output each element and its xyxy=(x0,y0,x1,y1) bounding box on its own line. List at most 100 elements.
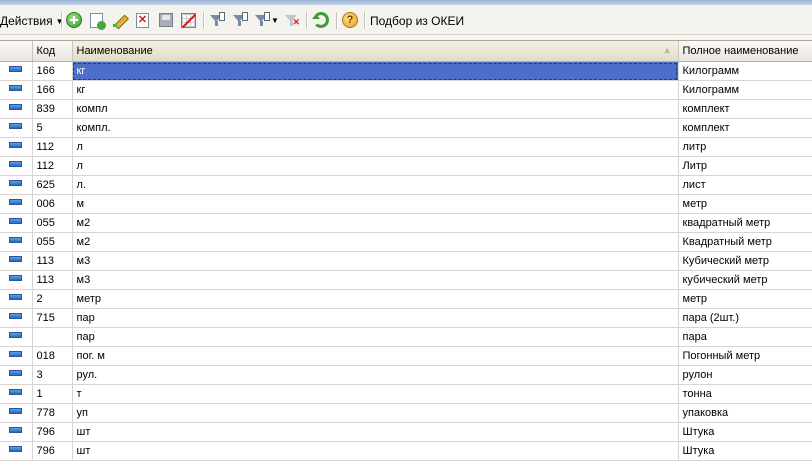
filter-list-button[interactable] xyxy=(232,11,248,29)
save-button[interactable] xyxy=(159,11,173,29)
cell-full-name[interactable]: лист xyxy=(678,175,812,195)
cell-name[interactable]: л xyxy=(72,137,679,157)
cell-code[interactable]: 113 xyxy=(32,270,73,290)
table-row[interactable]: 839 компл комплект xyxy=(0,99,812,119)
cell-full-name[interactable]: Килограмм xyxy=(678,80,812,100)
copy-button[interactable] xyxy=(90,11,106,30)
table-row[interactable]: 006 м метр xyxy=(0,194,812,214)
header-code[interactable]: Код xyxy=(32,41,73,62)
cell-code[interactable]: 1 xyxy=(32,384,73,404)
cell-code[interactable]: 006 xyxy=(32,194,73,214)
table-row[interactable]: 5 компл. комплект xyxy=(0,118,812,138)
cell-code[interactable]: 2 xyxy=(32,289,73,309)
cell-name[interactable]: кг xyxy=(72,61,679,81)
refresh-button[interactable] xyxy=(312,11,329,29)
cell-code[interactable]: 112 xyxy=(32,156,73,176)
table-row[interactable]: 166 кг Килограмм xyxy=(0,80,812,100)
cell-code[interactable]: 5 xyxy=(32,118,73,138)
help-button[interactable]: ? xyxy=(342,11,358,29)
cell-code[interactable]: 839 xyxy=(32,99,73,119)
cell-name[interactable]: шт xyxy=(72,441,679,461)
okei-select-button[interactable]: Подбор из ОКЕИ xyxy=(370,12,464,30)
table-row[interactable]: 796 шт Штука xyxy=(0,422,812,442)
cell-full-name[interactable]: Погонный метр xyxy=(678,346,812,366)
clear-button[interactable] xyxy=(181,11,196,29)
table-row[interactable]: 055 м2 квадратный метр xyxy=(0,213,812,233)
cell-name[interactable]: м xyxy=(72,194,679,214)
filter-button[interactable] xyxy=(209,11,225,29)
cell-code[interactable]: 625 xyxy=(32,175,73,195)
cell-code[interactable]: 166 xyxy=(32,80,73,100)
table-row[interactable]: 113 м3 Кубический метр xyxy=(0,251,812,271)
cell-name[interactable]: пог. м xyxy=(72,346,679,366)
table-row[interactable]: 112 л Литр xyxy=(0,156,812,176)
cell-code[interactable]: 796 xyxy=(32,441,73,461)
cell-name[interactable]: т xyxy=(72,384,679,404)
cell-full-name[interactable]: Килограмм xyxy=(678,61,812,81)
cell-name[interactable]: компл xyxy=(72,99,679,119)
table-row[interactable]: 055 м2 Квадратный метр xyxy=(0,232,812,252)
cell-full-name[interactable]: Кубический метр xyxy=(678,251,812,271)
cell-code[interactable]: 055 xyxy=(32,213,73,233)
cell-code[interactable]: 113 xyxy=(32,251,73,271)
cell-code[interactable]: 3 xyxy=(32,365,73,385)
cell-full-name[interactable]: Штука xyxy=(678,422,812,442)
cell-code[interactable]: 018 xyxy=(32,346,73,366)
cell-full-name[interactable]: квадратный метр xyxy=(678,213,812,233)
cell-full-name[interactable]: тонна xyxy=(678,384,812,404)
table-row[interactable]: 112 л литр xyxy=(0,137,812,157)
table-row[interactable]: 3 рул. рулон xyxy=(0,365,812,385)
cell-full-name[interactable]: литр xyxy=(678,137,812,157)
cell-full-name[interactable]: комплект xyxy=(678,99,812,119)
cell-name[interactable]: шт xyxy=(72,422,679,442)
add-button[interactable] xyxy=(66,11,82,29)
header-full-name[interactable]: Полное наименование xyxy=(678,41,812,62)
units-table-container[interactable]: Код Наименование ▲ Полное наименование 16… xyxy=(0,40,812,468)
cell-full-name[interactable]: кубический метр xyxy=(678,270,812,290)
cell-name[interactable]: м2 xyxy=(72,213,679,233)
table-row[interactable]: пар пара xyxy=(0,327,812,347)
table-row[interactable]: 018 пог. м Погонный метр xyxy=(0,346,812,366)
cell-code[interactable]: 715 xyxy=(32,308,73,328)
cell-name[interactable]: кг xyxy=(72,80,679,100)
delete-button[interactable]: ✕ xyxy=(136,11,149,29)
actions-menu[interactable]: Действия ▼ xyxy=(0,12,64,30)
cell-full-name[interactable]: метр xyxy=(678,289,812,309)
table-row[interactable]: 625 л. лист xyxy=(0,175,812,195)
header-icon-column[interactable] xyxy=(0,41,33,62)
cell-name[interactable]: пар xyxy=(72,327,679,347)
cell-name[interactable]: компл. xyxy=(72,118,679,138)
edit-button[interactable] xyxy=(112,11,128,29)
cell-name[interactable]: м3 xyxy=(72,270,679,290)
cell-name[interactable]: рул. xyxy=(72,365,679,385)
cell-code[interactable]: 112 xyxy=(32,137,73,157)
cell-full-name[interactable]: комплект xyxy=(678,118,812,138)
cell-full-name[interactable]: Квадратный метр xyxy=(678,232,812,252)
cell-name[interactable]: м2 xyxy=(72,232,679,252)
cell-code[interactable]: 166 xyxy=(32,61,73,81)
table-row[interactable]: 113 м3 кубический метр xyxy=(0,270,812,290)
cell-code[interactable] xyxy=(32,327,73,347)
cell-full-name[interactable]: рулон xyxy=(678,365,812,385)
cell-full-name[interactable]: пара xyxy=(678,327,812,347)
cell-name[interactable]: пар xyxy=(72,308,679,328)
cell-code[interactable]: 796 xyxy=(32,422,73,442)
cell-code[interactable]: 055 xyxy=(32,232,73,252)
cell-full-name[interactable]: Литр xyxy=(678,156,812,176)
cell-code[interactable]: 778 xyxy=(32,403,73,423)
table-row[interactable]: 778 уп упаковка xyxy=(0,403,812,423)
table-row[interactable]: 715 пар пара (2шт.) xyxy=(0,308,812,328)
cell-name[interactable]: уп xyxy=(72,403,679,423)
table-row[interactable]: 1 т тонна xyxy=(0,384,812,404)
filter-dropdown-button[interactable]: ▼ xyxy=(254,11,279,29)
cell-full-name[interactable]: Штука xyxy=(678,441,812,461)
cell-name[interactable]: метр xyxy=(72,289,679,309)
table-row[interactable]: 2 метр метр xyxy=(0,289,812,309)
table-row[interactable]: 166 кг Килограмм xyxy=(0,61,812,81)
filter-off-button[interactable]: ✕ xyxy=(284,11,300,29)
cell-full-name[interactable]: пара (2шт.) xyxy=(678,308,812,328)
cell-full-name[interactable]: упаковка xyxy=(678,403,812,423)
cell-name[interactable]: л xyxy=(72,156,679,176)
cell-name[interactable]: м3 xyxy=(72,251,679,271)
header-name[interactable]: Наименование ▲ xyxy=(72,41,679,62)
